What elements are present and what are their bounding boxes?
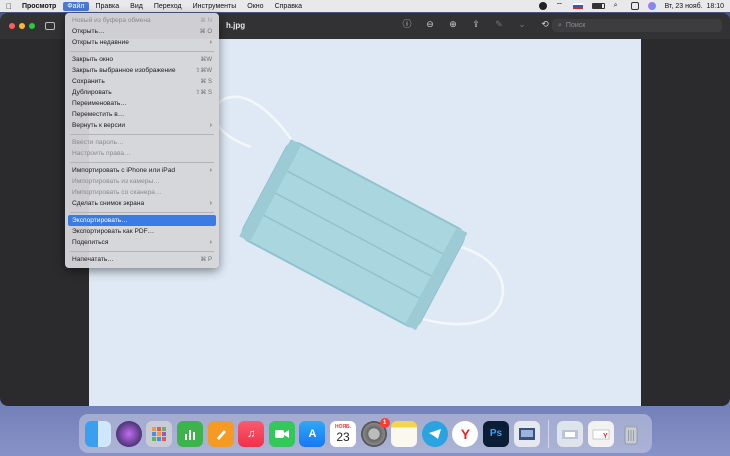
notification-badge: 1 bbox=[379, 417, 390, 428]
document-title: h.jpg bbox=[226, 21, 246, 30]
dock: ♫ A НОЯБ. 23 1 Y Ps Y bbox=[79, 414, 652, 453]
menu-item-enter-password: Ввести пароль… bbox=[72, 139, 124, 146]
search-icon[interactable]: ⌕ bbox=[614, 2, 622, 10]
clock[interactable]: Вт, 23 нояб. 18:10 bbox=[665, 3, 724, 10]
zoom-button[interactable] bbox=[29, 23, 35, 29]
menu-item-revert[interactable]: Вернуть к версии › bbox=[68, 120, 216, 131]
siri-icon[interactable] bbox=[647, 2, 656, 10]
chevron-right-icon: › bbox=[209, 167, 212, 174]
chevron-right-icon: › bbox=[209, 239, 212, 246]
rotate-icon[interactable]: ⟲ bbox=[540, 19, 550, 29]
markup-menu-icon[interactable]: ⌄ bbox=[517, 19, 527, 29]
zoom-out-icon[interactable]: ⊖ bbox=[425, 19, 435, 29]
menu-view[interactable]: Вид bbox=[130, 3, 143, 10]
notes-icon[interactable] bbox=[391, 420, 418, 447]
menu-item-import-camera: Импортировать из камеры… bbox=[72, 178, 160, 185]
chevron-right-icon: › bbox=[209, 122, 212, 129]
toolbar: ⓘ ⊖ ⊕ ⇪ ✎ ⌄ ⟲ ◎ bbox=[402, 19, 573, 29]
menu-item-move-to[interactable]: Переместить в… bbox=[68, 109, 216, 120]
document-stack-icon[interactable]: Y bbox=[587, 420, 614, 447]
window-controls bbox=[9, 23, 35, 29]
menu-item-duplicate[interactable]: Дублировать ⇧⌘ S bbox=[68, 87, 216, 98]
flag-icon[interactable] bbox=[572, 3, 583, 9]
wifi-icon[interactable]: ⌔ bbox=[556, 2, 564, 10]
menu-divider bbox=[70, 133, 214, 135]
photoshop-icon[interactable]: Ps bbox=[483, 420, 510, 447]
menu-item-close-image[interactable]: Закрыть выбранное изображение ⇧⌘W bbox=[68, 65, 216, 76]
finder-icon[interactable] bbox=[85, 420, 112, 447]
battery-icon[interactable] bbox=[591, 3, 605, 9]
markup-icon[interactable]: ✎ bbox=[494, 19, 504, 29]
menu-edit[interactable]: Правка bbox=[96, 3, 120, 10]
search-placeholder: Поиск bbox=[565, 22, 586, 29]
music-icon[interactable]: ♫ bbox=[238, 420, 265, 447]
siri-app-icon[interactable] bbox=[115, 420, 142, 447]
menu-item-print[interactable]: Напечатать… ⌘ P bbox=[68, 254, 216, 265]
menu-bar:  Просмотр Файл Правка Вид Переход Инстр… bbox=[0, 0, 730, 12]
status-app-icon[interactable] bbox=[538, 2, 547, 10]
menu-item-import-iphone[interactable]: Импортировать с iPhone или iPad › bbox=[68, 165, 216, 176]
menu-item-permissions: Настроить права… bbox=[72, 150, 131, 157]
chevron-right-icon: › bbox=[209, 200, 212, 207]
photoshop-label: Ps bbox=[489, 428, 503, 439]
file-menu: Новый из буфера обмена ⌘ N Открыть… ⌘ O От… bbox=[65, 13, 219, 268]
menu-divider bbox=[70, 250, 214, 252]
zoom-in-icon[interactable]: ⊕ bbox=[448, 19, 458, 29]
menu-item-save[interactable]: Сохранить ⌘ S bbox=[68, 76, 216, 87]
share-icon[interactable]: ⇪ bbox=[471, 19, 481, 29]
menu-file[interactable]: Файл bbox=[63, 1, 89, 11]
pages-icon[interactable] bbox=[207, 420, 234, 447]
menu-item-open[interactable]: Открыть… ⌘ O bbox=[68, 26, 216, 37]
menu-divider bbox=[70, 211, 214, 213]
menu-app-name[interactable]: Просмотр bbox=[22, 3, 56, 10]
menu-item-export[interactable]: Экспортировать… bbox=[68, 215, 216, 226]
info-icon[interactable]: ⓘ bbox=[402, 19, 412, 29]
telegram-icon[interactable] bbox=[421, 420, 448, 447]
menu-divider bbox=[70, 161, 214, 163]
menu-help[interactable]: Справка bbox=[275, 3, 302, 10]
menu-go[interactable]: Переход bbox=[154, 3, 182, 10]
menu-item-share[interactable]: Поделиться › bbox=[68, 237, 216, 248]
downloads-folder-icon[interactable] bbox=[557, 420, 584, 447]
apple-icon[interactable]:  bbox=[6, 2, 12, 11]
menu-item-close-window[interactable]: Закрыть окно ⌘W bbox=[68, 54, 216, 65]
menu-tools[interactable]: Инструменты bbox=[193, 3, 237, 10]
close-button[interactable] bbox=[9, 23, 15, 29]
minimize-button[interactable] bbox=[19, 23, 25, 29]
menu-item-screenshot[interactable]: Сделать снимок экрана › bbox=[68, 198, 216, 209]
calendar-icon[interactable]: НОЯБ. 23 bbox=[330, 420, 357, 447]
app-store-icon[interactable]: A bbox=[299, 420, 326, 447]
menu-item-open-recent[interactable]: Открыть недавние › bbox=[68, 37, 216, 48]
system-preferences-icon[interactable]: 1 bbox=[360, 417, 390, 447]
trash-icon[interactable] bbox=[618, 421, 644, 447]
menu-divider bbox=[70, 50, 214, 52]
yandex-browser-icon[interactable]: Y bbox=[452, 420, 479, 447]
numbers-icon[interactable] bbox=[177, 420, 204, 447]
facetime-icon[interactable] bbox=[268, 420, 295, 447]
menu-item-export-pdf[interactable]: Экспортировать как PDF… bbox=[68, 226, 216, 237]
control-center-icon[interactable] bbox=[630, 2, 639, 10]
svg-text:Y: Y bbox=[603, 433, 608, 440]
preview-icon[interactable] bbox=[513, 420, 540, 447]
dock-divider bbox=[547, 419, 549, 448]
search-field[interactable]: ⌕ Поиск bbox=[552, 19, 722, 32]
menu-item-import-scanner: Импортировать со сканера… bbox=[72, 189, 162, 196]
sidebar-toggle-icon[interactable] bbox=[45, 22, 55, 30]
launchpad-icon[interactable] bbox=[146, 420, 173, 447]
menu-item-new-from-clipboard: Новый из буфера обмена ⌘ N bbox=[72, 17, 212, 24]
menu-item-rename[interactable]: Переименовать… bbox=[68, 98, 216, 109]
chevron-right-icon: › bbox=[209, 39, 212, 46]
calendar-day: 23 bbox=[336, 429, 350, 444]
search-icon: ⌕ bbox=[558, 21, 562, 29]
menu-window[interactable]: Окно bbox=[247, 3, 263, 10]
